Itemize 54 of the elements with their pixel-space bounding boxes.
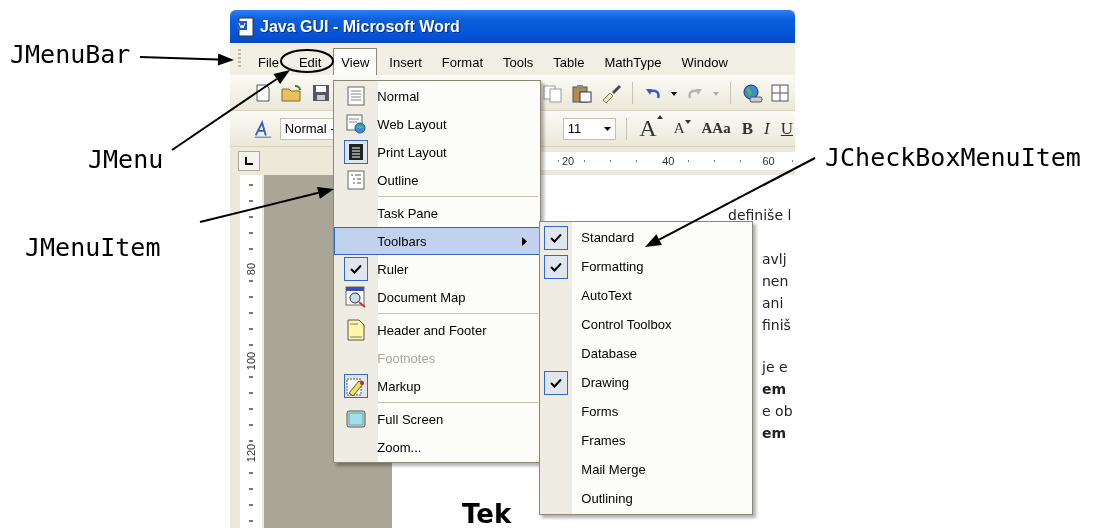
menu-item[interactable]: Forms: [540, 397, 753, 426]
menu-item[interactable]: Control Toolbox: [540, 310, 753, 339]
format-button[interactable]: A: [671, 120, 693, 137]
ruler-number: 20: [560, 155, 577, 167]
document-text: ani: [762, 295, 785, 313]
menu-item[interactable]: Task Pane: [334, 199, 541, 227]
menu-item[interactable]: Header and Footer: [334, 316, 541, 344]
menu-item[interactable]: Database: [540, 339, 753, 368]
format-button[interactable]: B: [739, 118, 756, 139]
menu-item[interactable]: Mail Merge: [540, 455, 753, 484]
menu[interactable]: Edit: [290, 48, 330, 75]
menu[interactable]: View: [333, 48, 378, 75]
ruler-number: 40: [660, 155, 677, 167]
ruler-number: 60: [760, 155, 777, 167]
menu-item[interactable]: Frames: [540, 426, 753, 455]
format-button[interactable]: I: [762, 118, 772, 139]
document-text: nen: [762, 273, 790, 291]
document-text: em: [762, 425, 788, 443]
callout-label: JCheckBoxMenuItem: [825, 143, 1081, 172]
document-text: definiše l: [728, 207, 793, 225]
menu-item[interactable]: Markup: [334, 372, 541, 400]
menu[interactable]: File: [250, 48, 287, 75]
menu-item[interactable]: Drawing: [540, 368, 753, 397]
menu-item[interactable]: Outline: [334, 166, 541, 194]
menu[interactable]: MathType: [596, 48, 670, 75]
menu-item[interactable]: Outlining: [540, 484, 753, 513]
menu-item[interactable]: Ruler: [334, 255, 541, 283]
callout-label: JMenu: [88, 145, 164, 174]
menu-item[interactable]: Document Map: [334, 283, 541, 311]
menu[interactable]: Tools: [495, 48, 542, 75]
menu-item[interactable]: AutoText: [540, 281, 753, 310]
menu[interactable]: Window: [673, 48, 736, 75]
menu-item[interactable]: Full Screen: [334, 405, 541, 433]
font-size-field[interactable]: 11: [562, 117, 617, 140]
document-text: em: [762, 381, 788, 399]
menu-item[interactable]: Zoom...: [334, 433, 541, 461]
menu-item[interactable]: Normal: [334, 82, 541, 110]
menu[interactable]: Table: [545, 48, 593, 75]
menu-item[interactable]: Toolbars: [334, 227, 541, 255]
menu-item[interactable]: Formatting: [540, 252, 753, 281]
window-title: Java GUI - Microsoft Word: [260, 17, 460, 36]
document-text: e ob: [762, 403, 794, 421]
menu-item[interactable]: Print Layout: [334, 138, 541, 166]
format-button[interactable]: A: [637, 115, 665, 142]
format-button[interactable]: U: [778, 118, 795, 139]
menu[interactable]: Insert: [381, 48, 430, 75]
document-text: finiš: [762, 317, 792, 335]
callout-label: JMenuBar: [10, 40, 131, 69]
format-button[interactable]: AAa: [699, 120, 733, 137]
document-text: je e: [762, 359, 789, 377]
document-text: avlj: [762, 251, 788, 269]
menu-item[interactable]: Standard: [540, 223, 753, 252]
menu[interactable]: Format: [433, 48, 491, 75]
callout-label: JMenuItem: [25, 233, 161, 262]
